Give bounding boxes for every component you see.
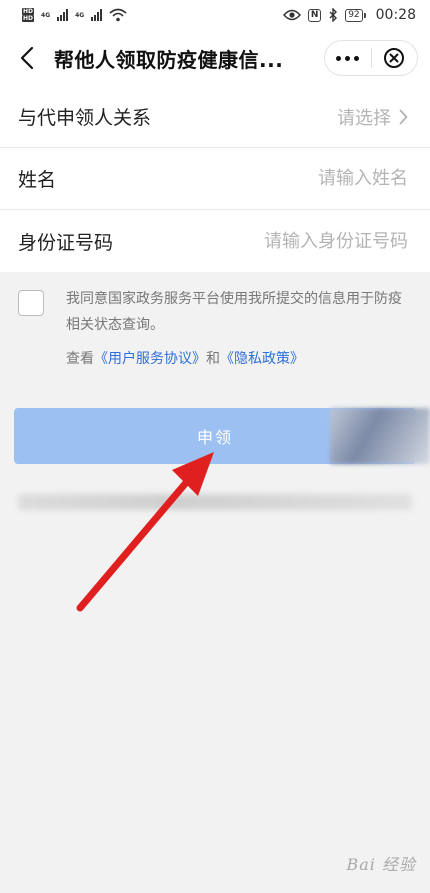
watermark: Bai 经验 xyxy=(346,855,416,874)
annotation-arrow-icon xyxy=(76,452,214,612)
